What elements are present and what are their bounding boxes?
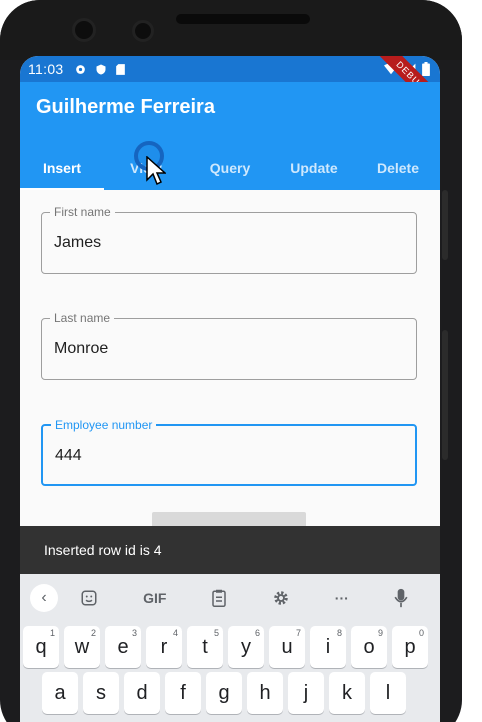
last-name-label: Last name <box>50 311 115 325</box>
key-hint: 6 <box>254 628 260 638</box>
key-s[interactable]: s <box>83 672 119 714</box>
last-name-field[interactable]: Last name Monroe <box>41 311 417 380</box>
employee-number-field[interactable]: Employee number 444 <box>41 418 417 486</box>
chevron-left-icon[interactable]: ‹ <box>30 584 58 612</box>
first-name-field[interactable]: First name James <box>41 205 417 274</box>
gif-button[interactable]: GIF <box>143 590 166 606</box>
last-name-value[interactable]: Monroe <box>54 340 404 358</box>
key-label: q <box>35 635 47 658</box>
soft-keyboard: ‹ GIF ··· 1q2w3e4r5t6y7u8i9o0p asdfghjkl <box>20 574 440 722</box>
app-bar: Guilherme Ferreira Insert View Query Upd… <box>20 82 440 190</box>
key-r[interactable]: 4r <box>146 626 182 668</box>
key-hint: 0 <box>418 628 424 638</box>
key-q[interactable]: 1q <box>23 626 59 668</box>
key-hint: 7 <box>295 628 301 638</box>
key-j[interactable]: j <box>288 672 324 714</box>
tab-query[interactable]: Query <box>188 146 272 190</box>
key-hint: 5 <box>213 628 219 638</box>
key-k[interactable]: k <box>329 672 365 714</box>
key-hint: 8 <box>336 628 342 638</box>
first-name-value[interactable]: James <box>54 234 404 252</box>
key-label: p <box>404 635 416 658</box>
key-w[interactable]: 2w <box>64 626 100 668</box>
key-l[interactable]: l <box>370 672 406 714</box>
key-label: r <box>160 635 168 658</box>
status-bar: 11:03 DEBUG <box>20 56 440 121</box>
key-h[interactable]: h <box>247 672 283 714</box>
employee-number-value[interactable]: 444 <box>55 447 405 465</box>
app-title: Guilherme Ferreira <box>36 96 215 118</box>
key-hint: 4 <box>172 628 178 638</box>
key-g[interactable]: g <box>206 672 242 714</box>
sensor-icon <box>132 20 154 42</box>
phone-top-bezel <box>0 0 462 60</box>
tab-insert[interactable]: Insert <box>20 146 104 190</box>
key-e[interactable]: 3e <box>105 626 141 668</box>
mouse-cursor-icon <box>146 156 166 186</box>
device-frame: 11:03 DEBUG Guilherme Ferreira Insert Vi… <box>0 0 482 722</box>
first-name-label: First name <box>50 205 115 219</box>
microphone-icon[interactable] <box>394 588 408 608</box>
app-screen: 11:03 DEBUG Guilherme Ferreira Insert Vi… <box>20 56 440 722</box>
shield-icon <box>96 64 105 74</box>
key-label: i <box>325 635 331 658</box>
snackbar-message: Inserted row id is 4 <box>44 542 162 558</box>
key-t[interactable]: 5t <box>187 626 223 668</box>
key-label: w <box>74 635 90 658</box>
status-time: 11:03 <box>28 61 64 77</box>
key-label: y <box>241 635 251 658</box>
settings-icon <box>75 64 85 74</box>
speaker-grille <box>176 14 310 24</box>
camera-icon <box>72 18 96 42</box>
key-label: e <box>117 635 129 658</box>
sd-card-icon <box>115 63 125 75</box>
tab-update[interactable]: Update <box>272 146 356 190</box>
sticker-icon[interactable] <box>80 589 98 607</box>
power-button <box>442 190 448 260</box>
key-a[interactable]: a <box>42 672 78 714</box>
key-hint: 2 <box>90 628 96 638</box>
key-f[interactable]: f <box>165 672 201 714</box>
key-hint: 3 <box>131 628 137 638</box>
tab-bar: Insert View Query Update Delete <box>20 146 440 190</box>
key-label: o <box>363 635 375 658</box>
employee-number-label: Employee number <box>51 418 157 432</box>
key-u[interactable]: 7u <box>269 626 305 668</box>
keyboard-row-2: asdfghjkl <box>20 672 440 714</box>
key-d[interactable]: d <box>124 672 160 714</box>
battery-icon <box>422 62 430 76</box>
key-p[interactable]: 0p <box>392 626 428 668</box>
volume-button <box>442 330 448 460</box>
snackbar: Inserted row id is 4 <box>20 526 440 574</box>
key-o[interactable]: 9o <box>351 626 387 668</box>
key-hint: 1 <box>49 628 55 638</box>
key-label: t <box>202 635 208 658</box>
tab-delete[interactable]: Delete <box>356 146 440 190</box>
keyboard-row-1: 1q2w3e4r5t6y7u8i9o0p <box>20 626 440 668</box>
key-hint: 9 <box>377 628 383 638</box>
key-label: u <box>281 635 293 658</box>
key-i[interactable]: 8i <box>310 626 346 668</box>
more-icon[interactable]: ··· <box>335 590 349 606</box>
gear-icon[interactable] <box>272 589 290 607</box>
keyboard-toolbar: ‹ GIF ··· <box>20 574 440 622</box>
key-y[interactable]: 6y <box>228 626 264 668</box>
phone-body: 11:03 DEBUG Guilherme Ferreira Insert Vi… <box>0 0 462 722</box>
clipboard-icon[interactable] <box>211 589 227 607</box>
